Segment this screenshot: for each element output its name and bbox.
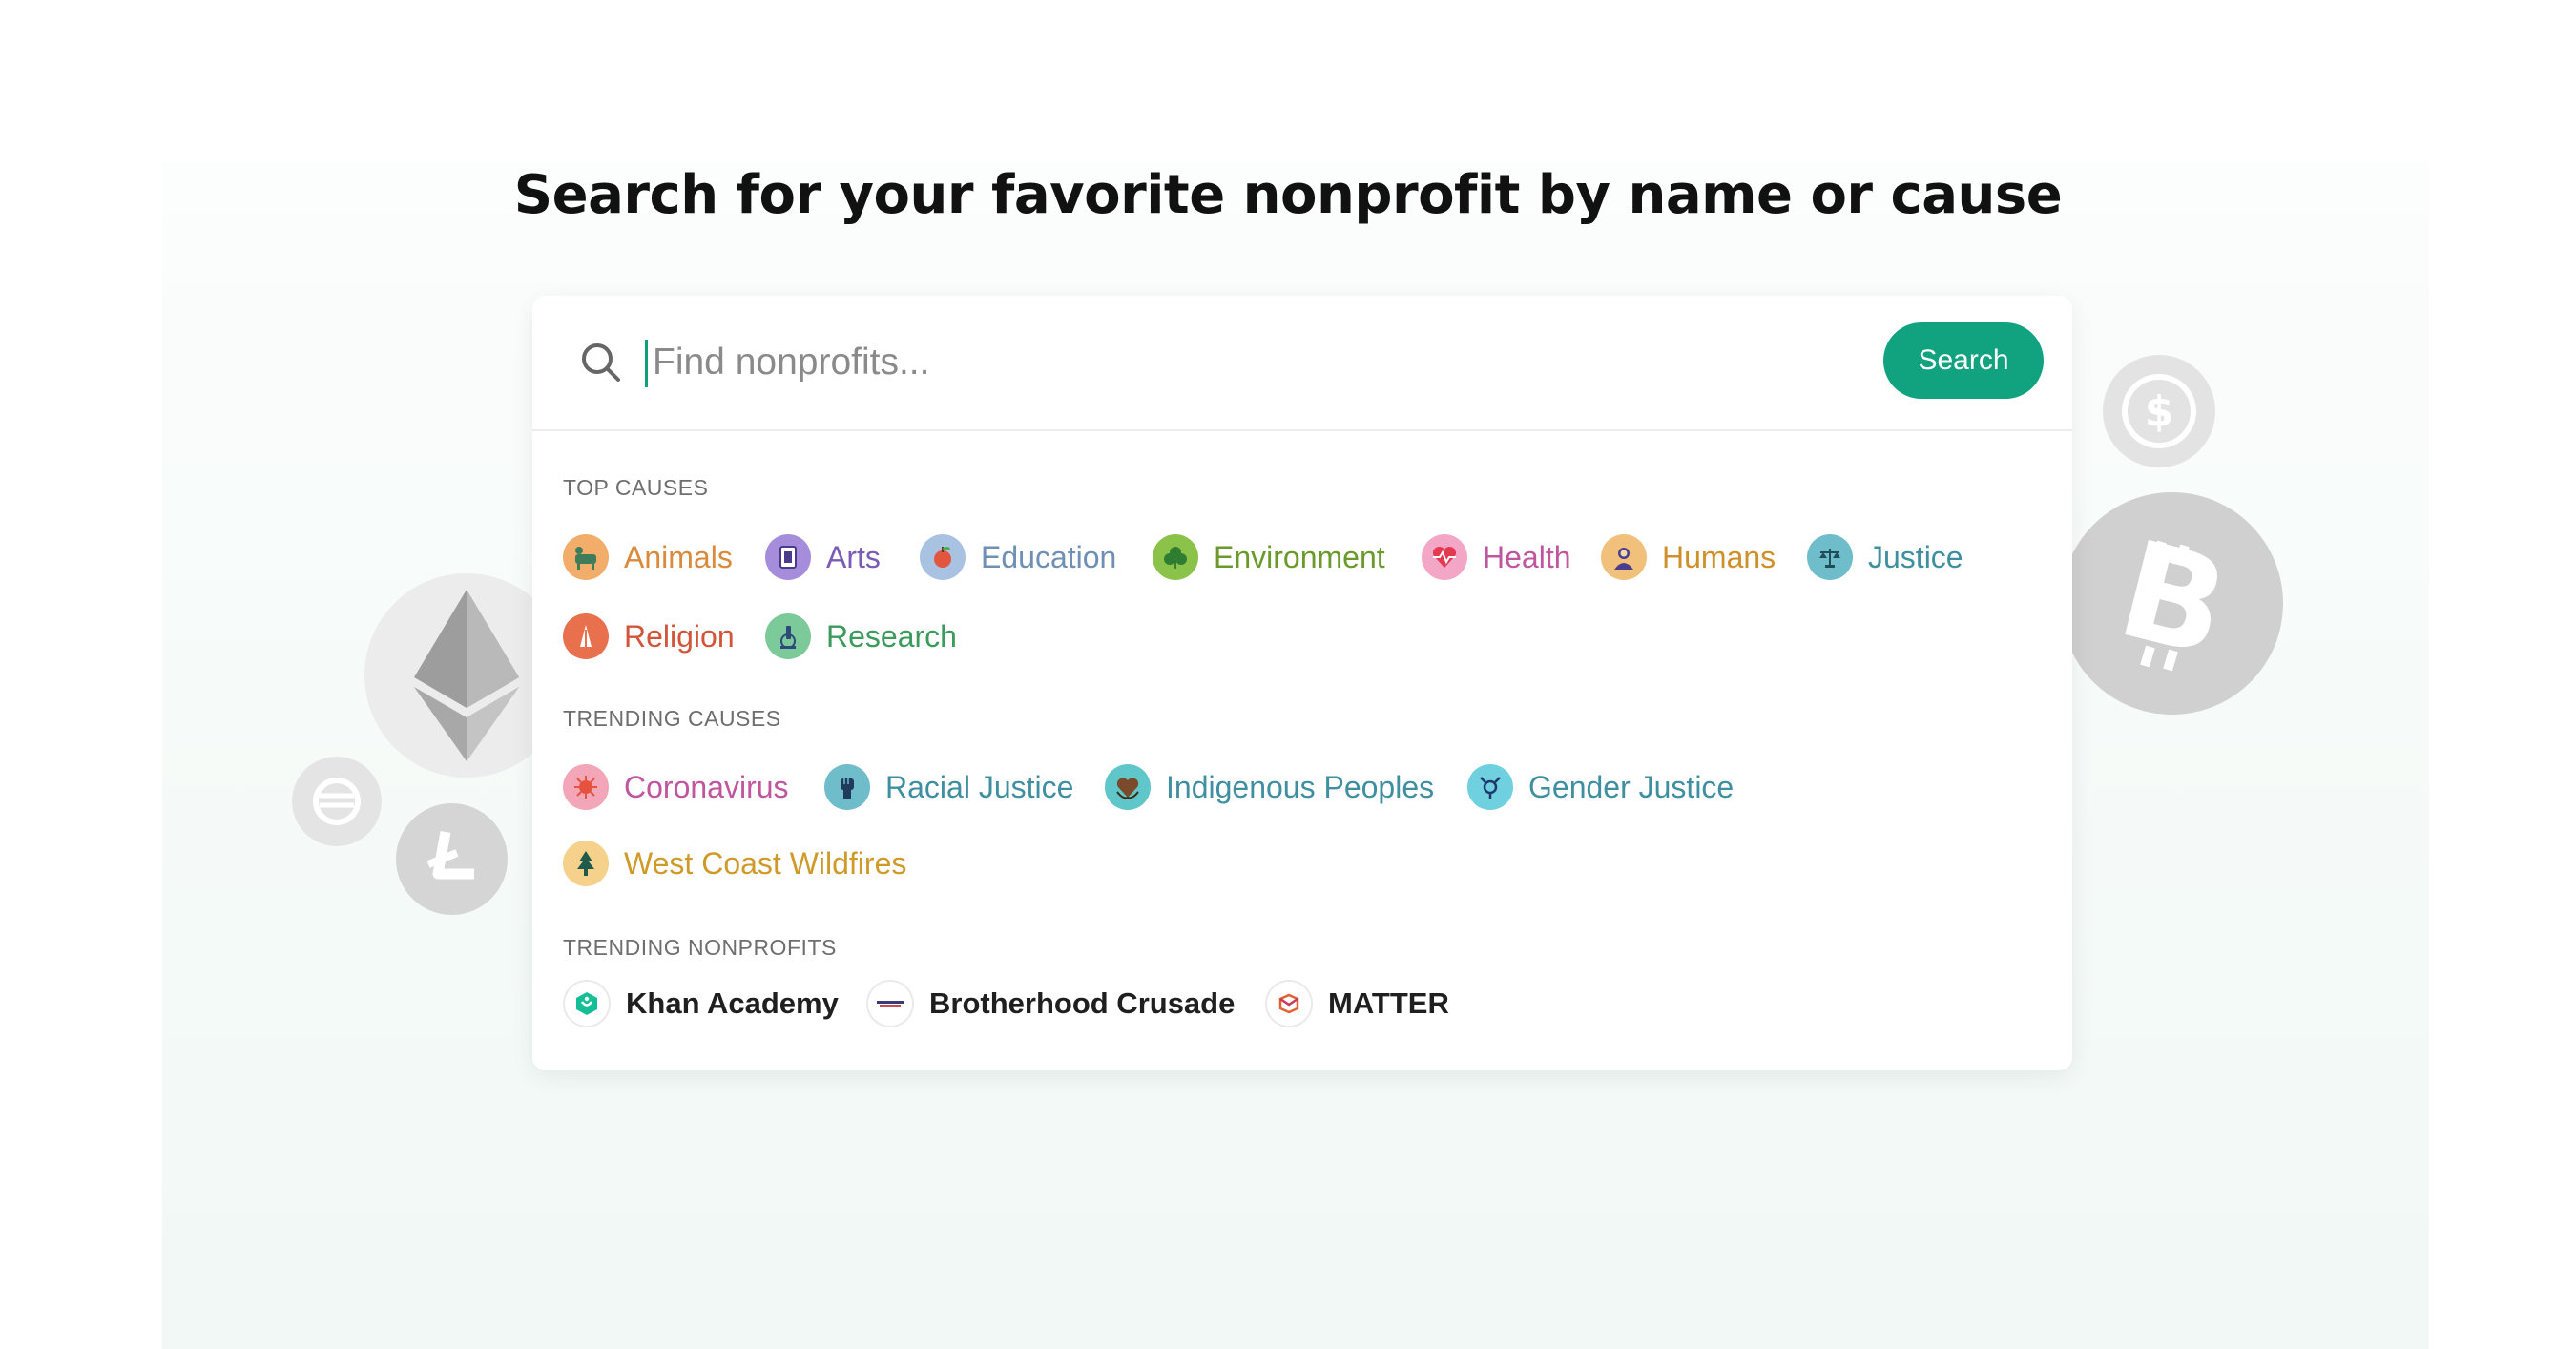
nonprofit-chip-label: MATTER <box>1328 986 1449 1020</box>
heart-hands-icon <box>1105 764 1151 810</box>
cause-chip-label: Coronavirus <box>624 769 789 804</box>
cause-chip-label: Health <box>1483 539 1571 574</box>
health-icon <box>1422 534 1467 580</box>
cause-chip-label: Environment <box>1214 539 1385 574</box>
top-causes-label: TOP CAUSES <box>563 475 709 500</box>
svg-text:$: $ <box>2145 387 2174 436</box>
trending-nonprofits-label: TRENDING NONPROFITS <box>563 935 837 960</box>
cause-chip-label: Gender Justice <box>1528 769 1735 804</box>
cause-chip-education[interactable]: Education <box>920 532 1116 582</box>
litecoin-coin-icon <box>396 803 508 915</box>
cause-chip-label: Indigenous Peoples <box>1166 769 1435 804</box>
search-icon <box>582 343 620 382</box>
search-button[interactable]: Search <box>1883 322 2044 399</box>
cause-chip-gender-justice[interactable]: Gender Justice <box>1467 762 1734 812</box>
cause-chip-label: Humans <box>1662 539 1776 574</box>
education-icon <box>920 534 966 580</box>
cause-chip-label: Arts <box>826 539 881 574</box>
justice-icon <box>1807 534 1853 580</box>
religion-icon <box>563 613 609 659</box>
cause-chip-coronavirus[interactable]: Coronavirus <box>563 762 789 812</box>
cause-chip-environment[interactable]: Environment <box>1153 532 1385 582</box>
cause-chip-religion[interactable]: Religion <box>563 612 735 661</box>
tree-icon <box>563 841 609 886</box>
cause-chip-west-coast-wildfires[interactable]: West Coast Wildfires <box>563 839 906 888</box>
nonprofit-chip-label: Khan Academy <box>626 986 839 1020</box>
arts-icon <box>765 534 811 580</box>
cause-chip-label: West Coast Wildfires <box>624 845 907 881</box>
cause-chip-label: Research <box>826 618 957 654</box>
page-title: Search for your favorite nonprofit by na… <box>513 164 2063 226</box>
humans-icon <box>1601 534 1647 580</box>
research-icon <box>765 613 811 659</box>
cause-chip-racial-justice[interactable]: Racial Justice <box>824 762 1073 812</box>
cause-chip-arts[interactable]: Arts <box>765 532 881 582</box>
cause-chip-animals[interactable]: Animals <box>563 532 733 582</box>
cause-chip-humans[interactable]: Humans <box>1601 532 1776 582</box>
fist-icon <box>824 764 870 810</box>
cause-chip-research[interactable]: Research <box>765 612 957 661</box>
nonprofit-chip-label: Brotherhood Crusade <box>929 986 1236 1020</box>
coronavirus-icon <box>563 764 609 810</box>
cause-chip-label: Education <box>981 539 1117 574</box>
cause-chip-indigenous-peoples[interactable]: Indigenous Peoples <box>1105 762 1434 812</box>
cause-chip-label: Justice <box>1868 539 1963 574</box>
nonprofit-chip-matter[interactable]: MATTER <box>1265 979 1449 1028</box>
brotherhood-crusade-logo <box>866 980 914 1027</box>
text-cursor <box>645 340 648 387</box>
gender-icon <box>1467 764 1513 810</box>
search-bar: Search <box>532 296 2072 431</box>
matter-logo <box>1265 980 1313 1027</box>
cause-chip-label: Racial Justice <box>885 769 1074 804</box>
cause-chip-health[interactable]: Health <box>1422 532 1571 582</box>
bitcoin-coin-icon: B <box>2061 492 2283 715</box>
nonprofit-chip-khan-academy[interactable]: Khan Academy <box>563 979 839 1028</box>
animals-icon <box>563 534 609 580</box>
trending-causes-label: TRENDING CAUSES <box>563 706 781 731</box>
search-input[interactable] <box>643 334 1435 391</box>
environment-icon <box>1153 534 1198 580</box>
nonprofit-chip-brotherhood-crusade[interactable]: Brotherhood Crusade <box>866 979 1235 1028</box>
search-card: Search TOP CAUSES Animals Arts Education… <box>532 296 2072 1070</box>
cause-chip-label: Animals <box>624 539 733 574</box>
usdc-coin-icon: $ <box>2103 355 2215 467</box>
cause-chip-justice[interactable]: Justice <box>1807 532 1963 582</box>
dai-coin-icon <box>292 757 382 846</box>
cause-chip-label: Religion <box>624 618 735 654</box>
khan-academy-logo <box>563 980 611 1027</box>
